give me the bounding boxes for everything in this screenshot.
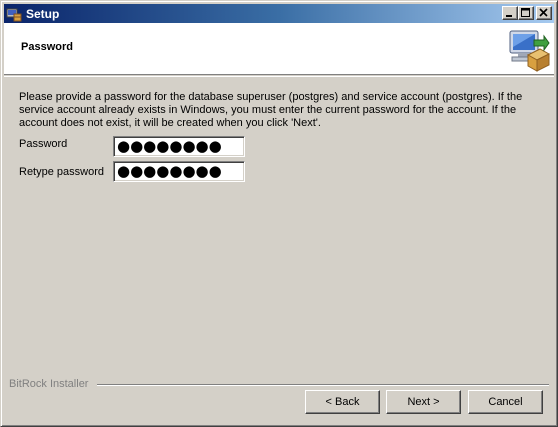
minimize-icon xyxy=(506,15,512,17)
window-controls xyxy=(502,6,552,20)
maximize-icon xyxy=(521,8,530,17)
window-title: Setup xyxy=(26,6,60,21)
close-icon xyxy=(539,8,548,17)
installer-computer-box-icon xyxy=(509,30,550,72)
password-field[interactable]: ●●●●●●●● xyxy=(113,136,245,157)
retype-password-field[interactable]: ●●●●●●●● xyxy=(113,161,245,182)
title-bar[interactable]: Setup xyxy=(4,4,554,23)
maximize-button[interactable] xyxy=(518,6,534,20)
cancel-button[interactable]: Cancel xyxy=(468,390,543,414)
page-title: Password xyxy=(21,41,73,53)
page-header: Password xyxy=(4,23,554,75)
next-button[interactable]: Next > xyxy=(386,390,461,414)
back-button[interactable]: < Back xyxy=(305,390,380,414)
setup-app-icon xyxy=(6,8,22,21)
retype-password-label: Retype password xyxy=(19,166,104,178)
brand-label: BitRock Installer xyxy=(9,378,89,390)
password-label: Password xyxy=(19,138,68,150)
instructions-text: Please provide a password for the databa… xyxy=(19,91,523,129)
footer-divider xyxy=(97,384,549,386)
setup-window: Setup Password Please provide a password… xyxy=(0,0,558,427)
minimize-button[interactable] xyxy=(502,6,518,20)
header-divider xyxy=(4,76,554,77)
close-button[interactable] xyxy=(536,6,552,20)
